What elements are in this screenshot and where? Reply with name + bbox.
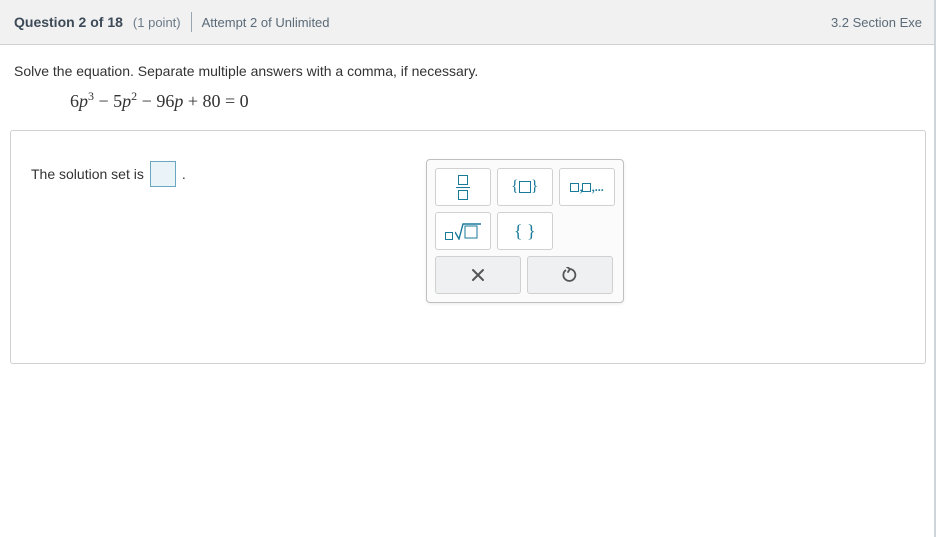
question-header: Question 2 of 18 (1 point) Attempt 2 of … <box>0 0 936 45</box>
undo-button[interactable] <box>527 256 613 294</box>
set-with-box-button[interactable]: {} <box>497 168 553 206</box>
empty-set-braces-button[interactable]: { } <box>497 212 553 250</box>
equation: 6p3 − 5p2 − 96p + 80 = 0 <box>0 85 936 130</box>
question-number: Question 2 of 18 <box>14 14 123 30</box>
answer-area: The solution set is . {} ,,... <box>10 130 926 364</box>
list-button[interactable]: ,,... <box>559 168 615 206</box>
math-palette: {} ,,... { } <box>426 159 624 303</box>
points: (1 point) <box>133 15 181 30</box>
undo-icon <box>562 267 578 283</box>
question-prompt: Solve the equation. Separate multiple an… <box>0 45 936 85</box>
close-icon <box>471 268 485 282</box>
attempt-info: Attempt 2 of Unlimited <box>202 15 330 30</box>
section-label: 3.2 Section Exe <box>831 15 922 30</box>
divider <box>191 12 192 32</box>
solution-label: The solution set is <box>31 166 144 182</box>
clear-button[interactable] <box>435 256 521 294</box>
fraction-button[interactable] <box>435 168 491 206</box>
period: . <box>182 166 186 182</box>
answer-input[interactable] <box>150 161 176 187</box>
solution-line: The solution set is . <box>31 159 186 187</box>
nth-root-button[interactable] <box>435 212 491 250</box>
header-left: Question 2 of 18 (1 point) Attempt 2 of … <box>14 12 330 32</box>
